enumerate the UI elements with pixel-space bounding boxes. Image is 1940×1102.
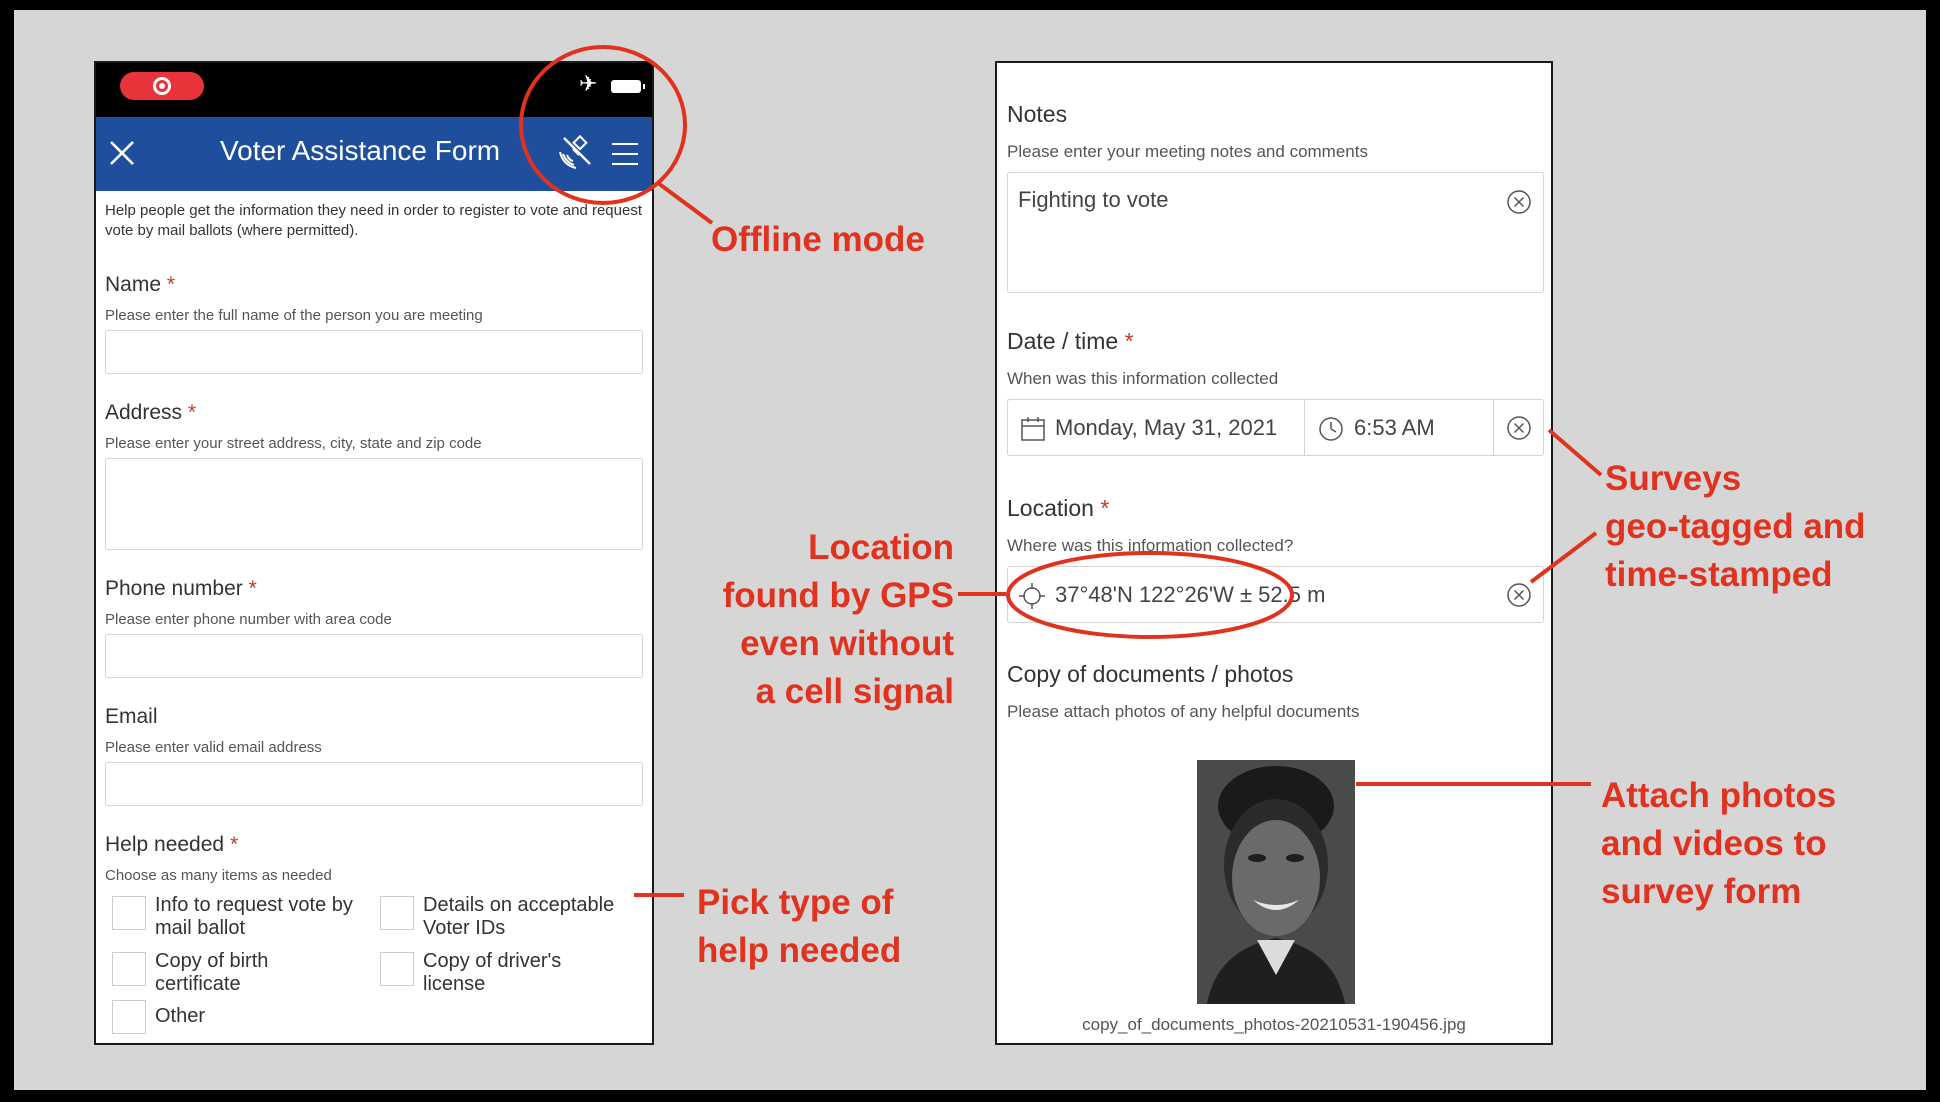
location-value: 37°48'N 122°26'W ± 52.5 m — [1055, 582, 1326, 607]
help-needed-hint: Choose as many items as needed — [105, 867, 332, 884]
name-label: Name * — [105, 273, 176, 296]
annotation-line: found by GPS — [722, 576, 954, 615]
notes-value: Fighting to vote — [1018, 187, 1169, 212]
location-hint: Where was this information collected? — [1007, 536, 1294, 555]
checkbox-label: Other — [155, 1005, 206, 1027]
checkbox-birth-certificate[interactable] — [112, 952, 146, 986]
gps-target-icon — [1019, 583, 1045, 609]
slide-canvas: ✈ Voter Assistance Form Help people get … — [14, 10, 1926, 1090]
datetime-input: Monday, May 31, 2021 6:53 AM — [1007, 399, 1544, 456]
checkbox-label: Copy of birth certificate — [155, 950, 269, 995]
email-hint: Please enter valid email address — [105, 739, 322, 756]
close-icon[interactable] — [102, 133, 142, 173]
status-bar: ✈ — [96, 63, 652, 117]
annotation-line: help needed — [697, 931, 902, 970]
divider — [1304, 400, 1305, 455]
location-input[interactable]: 37°48'N 122°26'W ± 52.5 m — [1007, 566, 1544, 623]
address-label: Address * — [105, 401, 197, 424]
checkbox-label: Info to request vote by mail ballot — [155, 894, 353, 939]
photos-label: Copy of documents / photos — [1007, 661, 1294, 687]
photo-filename: copy_of_documents_photos-20210531-190456… — [1082, 1015, 1466, 1034]
right-phone-screen: Notes Please enter your meeting notes an… — [995, 61, 1553, 1045]
checkbox-label: Copy of driver's license — [423, 950, 562, 995]
form-header: Voter Assistance Form — [96, 117, 652, 191]
name-hint: Please enter the full name of the person… — [105, 307, 483, 324]
annotation-line: Location — [808, 528, 954, 567]
attached-photo[interactable] — [1197, 760, 1355, 1004]
photos-hint: Please attach photos of any helpful docu… — [1007, 702, 1360, 721]
help-needed-label: Help needed * — [105, 833, 239, 856]
clock-icon — [1319, 417, 1343, 441]
clear-icon[interactable] — [1506, 582, 1532, 608]
form-description: Help people get the information they nee… — [105, 202, 643, 239]
annotation-line: time-stamped — [1605, 555, 1833, 594]
datetime-label: Date / time * — [1007, 328, 1134, 354]
clear-icon[interactable] — [1506, 189, 1532, 215]
checkbox-label: Details on acceptable Voter IDs — [423, 894, 615, 939]
annotation-geotag: Surveys geo-tagged and time-stamped — [1605, 455, 1866, 599]
date-value[interactable]: Monday, May 31, 2021 — [1055, 415, 1277, 441]
checkbox-voter-ids[interactable] — [380, 896, 414, 930]
portrait-photo-icon — [1197, 760, 1355, 1004]
checkbox-other[interactable] — [112, 1000, 146, 1034]
name-input[interactable] — [105, 330, 643, 374]
notes-input[interactable]: Fighting to vote — [1007, 172, 1544, 293]
divider — [1493, 400, 1494, 455]
battery-icon — [611, 80, 645, 93]
annotation-offline-mode: Offline mode — [711, 220, 925, 259]
record-icon — [153, 77, 171, 95]
clear-icon[interactable] — [1506, 415, 1532, 441]
annotation-attach: Attach photos and videos to survey form — [1601, 772, 1836, 916]
phone-input[interactable] — [105, 634, 643, 678]
notes-label: Notes — [1007, 101, 1068, 127]
address-input[interactable] — [105, 458, 643, 550]
checkbox-mail-ballot[interactable] — [112, 896, 146, 930]
annotation-gps: Location found by GPS even without a cel… — [704, 524, 954, 716]
screen-record-indicator[interactable] — [120, 72, 204, 100]
annotation-line: Pick type of — [697, 883, 894, 922]
notes-hint: Please enter your meeting notes and comm… — [1007, 142, 1368, 161]
email-label: Email — [105, 705, 158, 728]
datetime-hint: When was this information collected — [1007, 369, 1279, 388]
annotation-line: a cell signal — [755, 672, 954, 711]
phone-hint: Please enter phone number with area code — [105, 611, 392, 628]
annotation-line: Attach photos — [1601, 776, 1837, 815]
calendar-icon — [1021, 417, 1045, 441]
location-label: Location * — [1007, 495, 1110, 521]
annotation-line: Surveys — [1605, 459, 1742, 498]
menu-icon[interactable] — [610, 139, 640, 169]
annotation-line: and videos to — [1601, 824, 1827, 863]
email-input[interactable] — [105, 762, 643, 806]
annotation-line: even without — [740, 624, 954, 663]
address-hint: Please enter your street address, city, … — [105, 435, 482, 452]
form-title: Voter Assistance Form — [220, 135, 501, 166]
phone-label: Phone number * — [105, 577, 257, 600]
airplane-mode-icon: ✈ — [579, 72, 598, 97]
checkbox-drivers-license[interactable] — [380, 952, 414, 986]
annotation-pick-help: Pick type of help needed — [697, 879, 901, 975]
satellite-offline-icon[interactable] — [556, 132, 596, 172]
annotation-line: survey form — [1601, 872, 1802, 911]
time-value[interactable]: 6:53 AM — [1354, 415, 1435, 441]
left-phone-screen: ✈ Voter Assistance Form Help people get … — [94, 61, 654, 1045]
annotation-line: geo-tagged and — [1605, 507, 1866, 546]
